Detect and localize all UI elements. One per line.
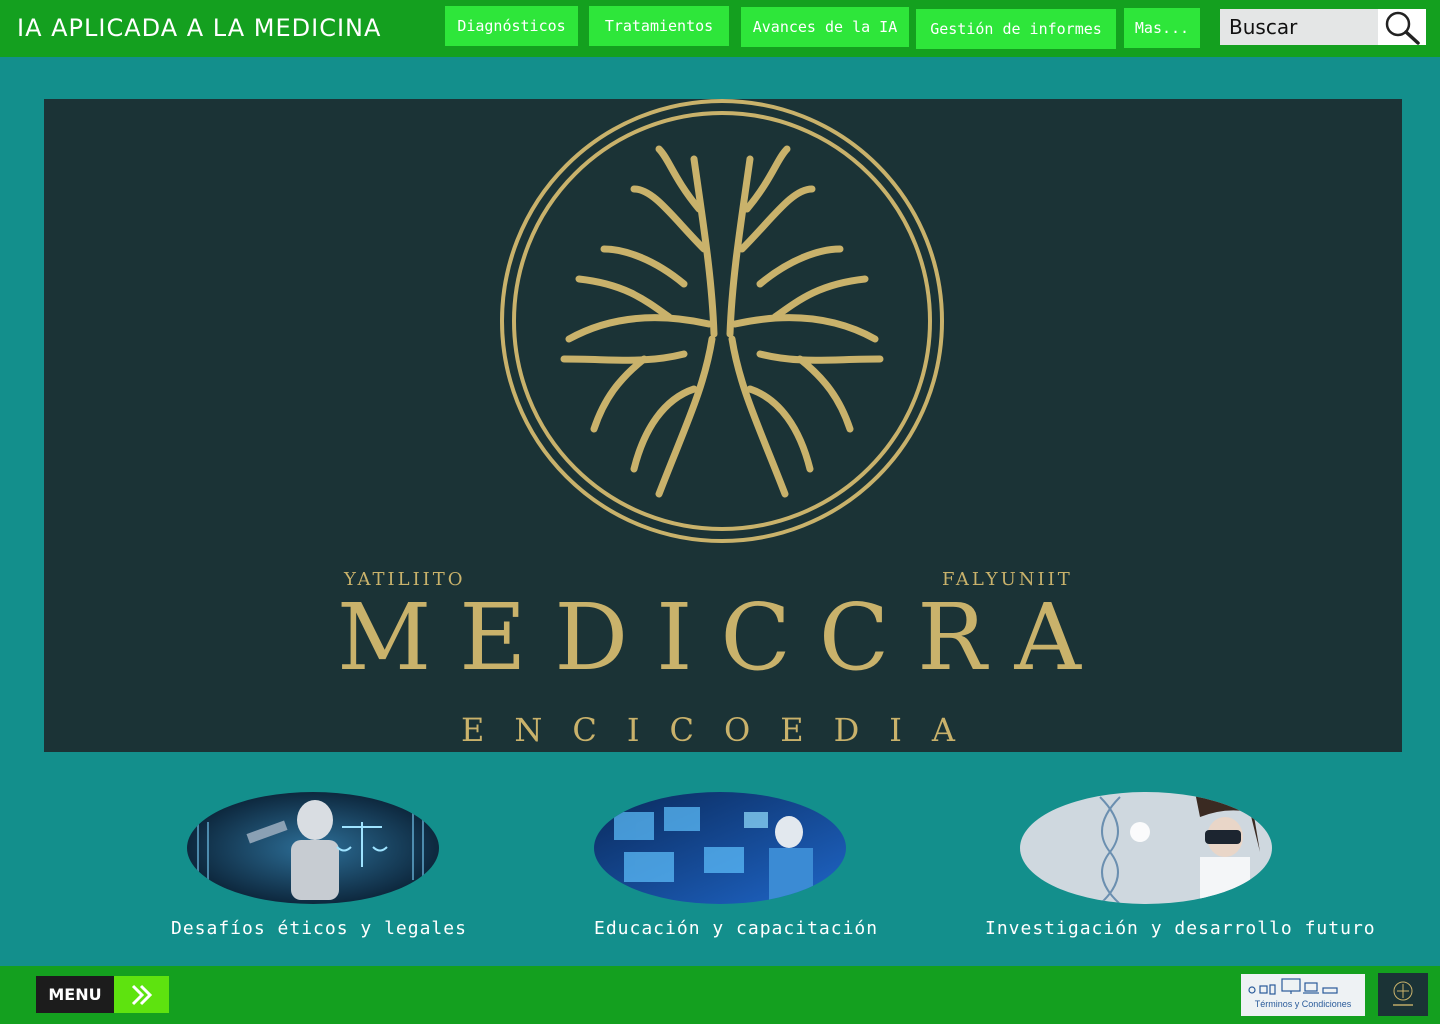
surgeons-holographic-image [594, 792, 846, 904]
card-image-educacion[interactable] [594, 792, 846, 904]
nav-gestion-informes[interactable]: Gestión de informes [916, 9, 1116, 49]
mediccra-mini-logo[interactable] [1378, 973, 1428, 1016]
card-label-investigacion[interactable]: Investigación y desarrollo futuro [985, 918, 1376, 939]
magnifier-icon [1385, 11, 1420, 45]
nav-diagnosticos[interactable]: Diagnósticos [445, 6, 578, 46]
site-title[interactable]: IA APLICADA A LA MEDICINA [17, 14, 381, 42]
nav-tratamientos[interactable]: Tratamientos [589, 6, 729, 46]
bottom-bar [0, 966, 1440, 1024]
robot-gavel-scales-image [187, 792, 439, 904]
menu-arrow-button[interactable] [114, 976, 169, 1013]
nav-avances-ia[interactable]: Avances de la IA [741, 7, 909, 47]
menu-button[interactable]: MENU [36, 976, 114, 1013]
banner-brand-name: MEDICCRA [337, 584, 1109, 691]
devices-icon [1248, 978, 1338, 995]
terms-label: Términos y Condiciones [1254, 999, 1352, 1009]
card-image-etica[interactable] [187, 792, 439, 904]
banner-subtitle: ENCICOEDIA [461, 711, 985, 749]
hero-banner: YATILIITO FALYUNIIT MEDICCRA ENCICOEDIA [44, 99, 1402, 752]
terms-and-conditions-link[interactable]: Términos y Condiciones [1241, 974, 1365, 1016]
nav-mas[interactable]: Mas... [1124, 8, 1200, 48]
search-input[interactable] [1220, 9, 1378, 45]
vr-headset-dna-image [1020, 792, 1272, 904]
search-button[interactable] [1378, 9, 1426, 45]
double-chevron-right-icon [131, 984, 152, 1005]
card-label-educacion[interactable]: Educación y capacitación [594, 918, 878, 939]
card-image-investigacion[interactable] [1020, 792, 1272, 904]
card-label-etica[interactable]: Desafíos éticos y legales [171, 918, 467, 939]
mini-emblem-icon [1393, 981, 1413, 1006]
